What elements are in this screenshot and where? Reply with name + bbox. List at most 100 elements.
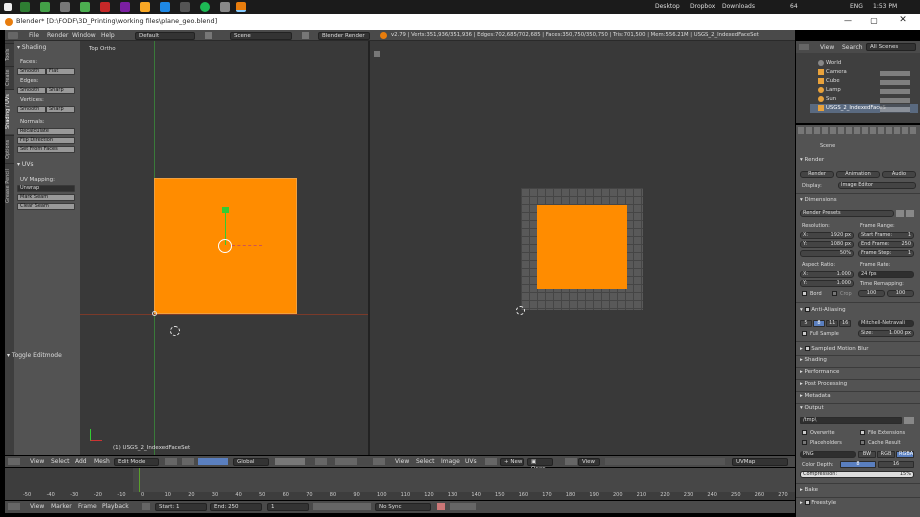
3d-viewport[interactable]: Top Ortho (1) USGS_2_IndexedFaceSet (80, 41, 368, 455)
menu-render[interactable]: Render (47, 32, 68, 39)
animation-button[interactable]: Animation (836, 171, 880, 178)
open-image-button[interactable]: ▣ Open (527, 457, 553, 472)
clock[interactable]: 1:53 PM (873, 3, 897, 10)
outliner-editor-icon[interactable] (799, 44, 809, 50)
end-frame-field[interactable]: End Frame: 250 (858, 241, 914, 248)
resolution-percentage-field[interactable]: 50% (800, 250, 854, 257)
file-extensions-checkbox[interactable] (860, 430, 865, 435)
preset-remove-icon[interactable] (906, 210, 914, 217)
color-depth-8-button[interactable]: 8 (840, 461, 876, 468)
render-button[interactable]: Render (800, 171, 834, 178)
clear-seam-button[interactable]: Clear Seam (17, 203, 75, 210)
resolution-y-field[interactable]: Y: 1080 px (800, 241, 854, 248)
proportional-edit-icon[interactable] (315, 458, 327, 465)
bake-panel-header[interactable]: ▸ Bake (800, 487, 818, 493)
layout-close-icon[interactable] (205, 32, 212, 39)
audio-button[interactable]: Audio (882, 171, 916, 178)
scene-selector[interactable]: Scene (230, 31, 292, 40)
aa-samples-5[interactable]: 5 (800, 320, 812, 327)
preset-add-icon[interactable] (896, 210, 904, 217)
language-indicator[interactable]: ENG (850, 3, 863, 10)
app-icon-5[interactable] (100, 2, 110, 12)
freestyle-checkbox[interactable] (804, 500, 810, 505)
full-sample-checkbox[interactable] (802, 331, 807, 336)
motion-blur-panel-header[interactable]: ▸ Sampled Motion Blur (800, 345, 869, 352)
uv-menu-uvs[interactable]: UVs (465, 458, 477, 465)
outliner-menu-search[interactable]: Search (842, 44, 863, 51)
uv-menu-select[interactable]: Select (416, 458, 435, 465)
frame-step-field[interactable]: Frame Step: 1 (858, 250, 914, 257)
tab-grease-pencil[interactable]: Grease Pencil (5, 163, 14, 208)
menu-file[interactable]: File (29, 32, 39, 39)
tab-options[interactable]: Options (5, 135, 14, 162)
uv-menu-view[interactable]: View (395, 458, 409, 465)
outliner-menu-view[interactable]: View (820, 44, 834, 51)
app-icon-1[interactable] (20, 2, 30, 12)
tab-shading-uvs[interactable]: Shading / UVs (5, 89, 14, 134)
pivot-point-icon[interactable] (182, 458, 194, 465)
close-button[interactable]: ✕ (895, 15, 911, 27)
toggle-editmode-panel[interactable]: ▾ Toggle Editmode (7, 352, 62, 359)
overwrite-checkbox[interactable] (802, 430, 807, 435)
freestyle-panel-header[interactable]: ▸ Freestyle (800, 499, 836, 506)
flip-direction-button[interactable]: Flip Direction (17, 137, 75, 144)
3d-cursor-icon[interactable] (170, 326, 180, 336)
render-engine-selector[interactable]: Blender Render (318, 31, 370, 40)
recalculate-button[interactable]: Recalculate (17, 128, 75, 135)
aa-filter-selector[interactable]: Mitchell-Netravali (858, 320, 914, 327)
dropbox-label[interactable]: Dropbox (690, 3, 715, 10)
outliner-item-world[interactable]: World (810, 59, 918, 68)
post-processing-panel-header[interactable]: ▸ Post Processing (800, 381, 847, 387)
3d-menu-mesh[interactable]: Mesh (94, 458, 110, 465)
pivot-icon[interactable] (565, 458, 577, 465)
shading-mode-icon[interactable] (165, 458, 177, 465)
app-icon-8[interactable] (160, 2, 170, 12)
spotify-icon[interactable] (200, 2, 210, 12)
playhead[interactable] (139, 468, 140, 492)
new-image-button[interactable]: + New (500, 457, 524, 466)
faces-smooth-button[interactable]: Smooth (17, 68, 46, 75)
downloads-label[interactable]: Downloads (722, 3, 755, 10)
uv-editor-type-icon[interactable] (373, 458, 385, 465)
vertices-smooth-button[interactable]: Smooth (17, 106, 46, 113)
shading-panel-header[interactable]: ▸ Shading (800, 357, 827, 363)
uv-view-selector[interactable]: View (578, 457, 600, 466)
3d-menu-add[interactable]: Add (75, 458, 87, 465)
anti-aliasing-panel-header[interactable]: ▾ Anti-Aliasing (800, 306, 846, 313)
uv-menu-image[interactable]: Image (441, 458, 460, 465)
maximize-button[interactable]: ▢ (866, 16, 882, 28)
mode-selector[interactable]: Edit Mode (114, 457, 159, 466)
app-icon-10[interactable] (220, 2, 230, 12)
uvmap-selector[interactable]: UVMap (732, 457, 788, 466)
remap-old-field[interactable]: 100 (858, 290, 885, 297)
motion-blur-checkbox[interactable] (804, 346, 810, 351)
menu-window[interactable]: Window (72, 32, 96, 39)
blender-taskbar-icon[interactable] (236, 2, 246, 12)
transform-manipulator-x-icon[interactable] (232, 245, 262, 246)
tl-menu-playback[interactable]: Playback (102, 503, 129, 510)
color-bw-button[interactable]: BW (858, 451, 876, 458)
border-checkbox[interactable] (802, 291, 807, 296)
display-selector[interactable]: Image Editor (838, 182, 916, 189)
uv-island[interactable] (537, 205, 627, 289)
menu-help[interactable]: Help (101, 32, 115, 39)
manipulator-toggle-icon[interactable] (198, 458, 228, 465)
app-icon-3[interactable] (60, 2, 70, 12)
3d-editor-type-icon[interactable] (8, 458, 20, 465)
color-rgb-button[interactable]: RGB (877, 451, 895, 458)
app-icon-2[interactable] (40, 2, 50, 12)
preview-range-icon[interactable] (142, 503, 150, 510)
3d-menu-select[interactable]: Select (51, 458, 70, 465)
placeholders-checkbox[interactable] (802, 440, 807, 445)
start-frame-field[interactable]: Start Frame: 1 (858, 232, 914, 239)
shading-panel-title[interactable]: ▾ Shading (17, 44, 46, 51)
select-mode-icons[interactable] (275, 458, 305, 465)
timeline-editor-type-icon[interactable] (8, 503, 20, 510)
file-format-selector[interactable]: PNG (800, 451, 856, 458)
keying-set-icons[interactable] (450, 503, 476, 510)
timeline[interactable]: -50 -40 -30 -20 -10 0 10 20 30 40 50 60 70 80 90 100 110… (5, 468, 811, 500)
scene-close-icon[interactable] (302, 32, 309, 39)
vertices-sharp-button[interactable]: Sharp (46, 106, 75, 113)
uv-snap-icons[interactable] (605, 458, 725, 465)
aa-samples-11[interactable]: 11 (826, 320, 838, 327)
